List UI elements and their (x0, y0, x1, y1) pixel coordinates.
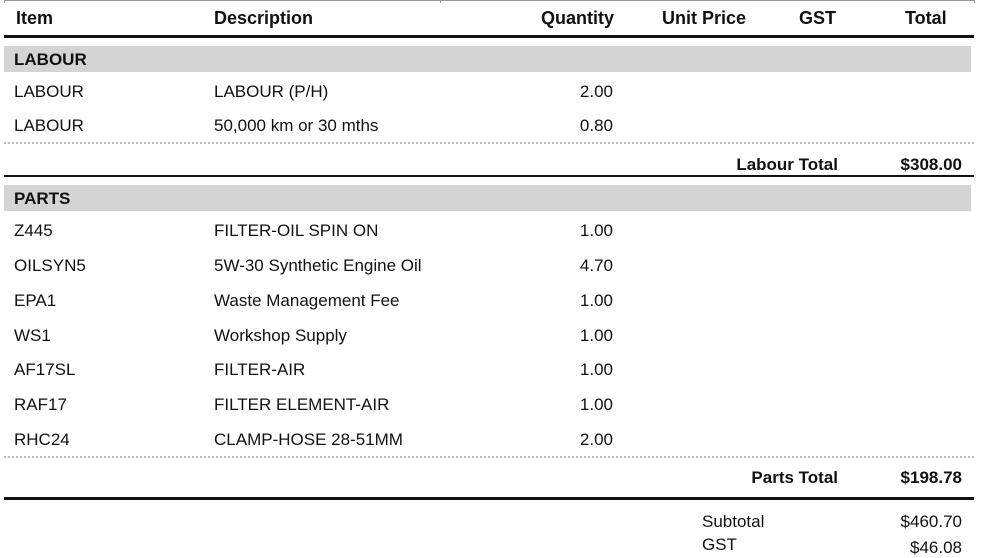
header-total: Total (905, 8, 947, 28)
subtotal-value: $460.70 (900, 512, 962, 531)
header-description: Description (214, 8, 314, 28)
parts-total-row: Parts Total $198.78 (0, 468, 1000, 492)
row-quantity: 2.00 (579, 430, 613, 449)
row-quantity: 1.00 (579, 221, 613, 240)
row-item: RAF17 (14, 395, 67, 414)
row-description: FILTER ELEMENT-AIR (214, 395, 390, 414)
row-description: CLAMP-HOSE 28-51MM (214, 430, 403, 449)
gst-value: $46.08 (910, 538, 962, 557)
parts-total-rule (4, 497, 974, 500)
table-frame-left (4, 0, 5, 3)
labour-total-label: Labour Total (736, 155, 838, 174)
table-row: AF17SL FILTER-AIR 1.00 (0, 360, 1000, 384)
table-row: EPA1 Waste Management Fee 1.00 (0, 291, 1000, 315)
labour-total-value: $308.00 (900, 155, 962, 174)
subtotal-row: Subtotal $460.70 (0, 512, 1000, 534)
row-quantity: 1.00 (579, 291, 613, 310)
header-unit-price: Unit Price (662, 8, 747, 28)
header-rule (4, 35, 974, 38)
row-item: EPA1 (14, 291, 57, 310)
table-row: Z445 FILTER-OIL SPIN ON 1.00 (0, 221, 1000, 245)
row-description: Waste Management Fee (214, 291, 400, 310)
row-description: 50,000 km or 30 mths (214, 116, 379, 135)
table-row: RHC24 CLAMP-HOSE 28-51MM 2.00 (0, 430, 1000, 454)
row-item: LABOUR (14, 82, 84, 101)
table-header: Item Description Quantity Unit Price GST… (0, 4, 1000, 32)
row-item: Z445 (14, 221, 53, 240)
row-description: FILTER-OIL SPIN ON (214, 221, 379, 240)
parts-total-label: Parts Total (751, 468, 838, 487)
row-quantity: 1.00 (579, 395, 613, 414)
row-item: LABOUR (14, 116, 84, 135)
section-labour-title: LABOUR (14, 50, 87, 69)
table-row: LABOUR 50,000 km or 30 mths 0.80 (0, 116, 1000, 140)
table-row: WS1 Workshop Supply 1.00 (0, 326, 1000, 350)
header-gst: GST (799, 8, 837, 28)
row-item: WS1 (14, 326, 51, 345)
row-quantity: 1.00 (579, 326, 613, 345)
row-quantity: 2.00 (579, 82, 613, 101)
header-item: Item (16, 8, 54, 28)
table-row: LABOUR LABOUR (P/H) 2.00 (0, 82, 1000, 106)
table-row: RAF17 FILTER ELEMENT-AIR 1.00 (0, 395, 1000, 419)
subtotal-label: Subtotal (702, 512, 765, 531)
table-row: OILSYN5 5W-30 Synthetic Engine Oil 4.70 (0, 256, 1000, 280)
row-description: Workshop Supply (214, 326, 347, 345)
table-frame-top (4, 0, 975, 3)
row-description: 5W-30 Synthetic Engine Oil (214, 256, 422, 275)
row-description: LABOUR (P/H) (214, 82, 329, 101)
section-parts-title: PARTS (14, 189, 71, 208)
header-quantity: Quantity (541, 8, 615, 28)
labour-dotted-rule (4, 142, 974, 144)
row-item: AF17SL (14, 360, 76, 379)
table-frame-right (974, 0, 975, 3)
parts-total-value: $198.78 (900, 468, 962, 487)
section-parts: PARTS (4, 185, 971, 211)
row-quantity: 0.80 (579, 116, 613, 135)
row-quantity: 4.70 (579, 256, 613, 275)
row-item: RHC24 (14, 430, 70, 449)
gst-label: GST (702, 535, 737, 554)
invoice-page: Item Description Quantity Unit Price GST… (0, 0, 1000, 557)
table-frame-divider (440, 0, 441, 3)
labour-total-rule (4, 175, 974, 177)
section-labour: LABOUR (4, 46, 971, 72)
row-description: FILTER-AIR (214, 360, 306, 379)
row-quantity: 1.00 (579, 360, 613, 379)
row-item: OILSYN5 (14, 256, 86, 275)
parts-dotted-rule (4, 456, 974, 458)
